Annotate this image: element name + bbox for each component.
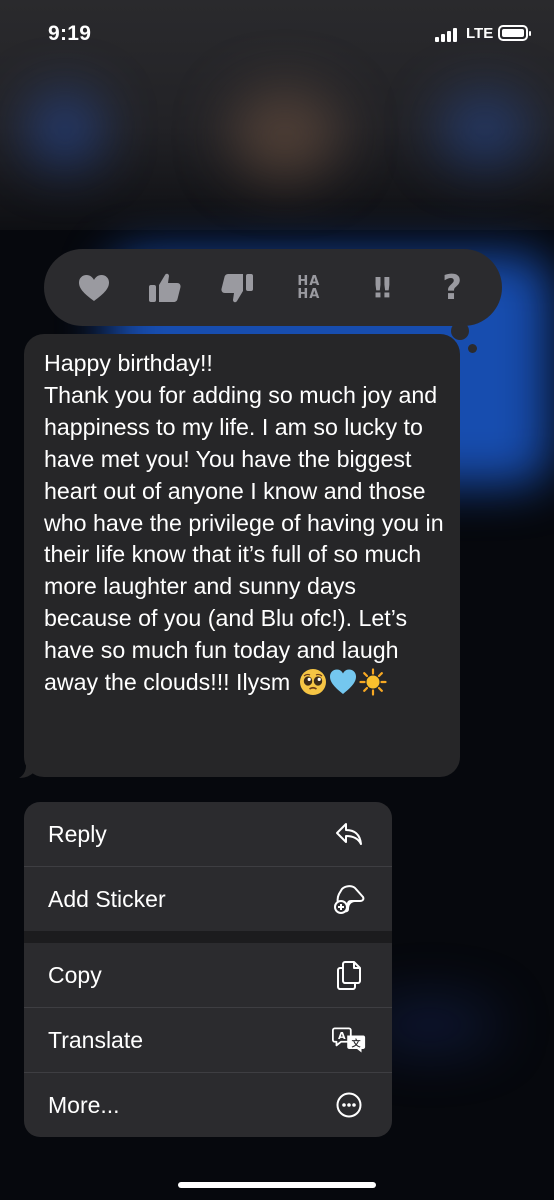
message-bubble[interactable]: Happy birthday!! Thank you for adding so… (24, 334, 460, 777)
menu-item-label: Add Sticker (48, 885, 166, 912)
battery-icon (498, 25, 531, 41)
menu-item-reply[interactable]: Reply (24, 802, 392, 866)
tapback-bar: HA HA !! ? (44, 249, 502, 326)
svg-text:A: A (338, 1031, 346, 1042)
message-emojis (290, 668, 387, 696)
menu-item-label: Copy (48, 961, 102, 988)
network-type: LTE (466, 25, 494, 42)
menu-item-label: More... (48, 1091, 120, 1118)
translate-icon: A文 (332, 1023, 366, 1057)
thumbs-up-icon[interactable] (141, 264, 189, 312)
copy-icon (332, 958, 366, 992)
context-menu: Reply Add Sticker Copy Translate A文 More… (24, 802, 392, 1137)
haha-icon[interactable]: HA HA (285, 264, 333, 312)
menu-item-translate[interactable]: Translate A文 (24, 1008, 392, 1072)
menu-item-add-sticker[interactable]: Add Sticker (24, 867, 392, 931)
status-time: 9:19 (48, 22, 92, 45)
reply-icon (332, 817, 366, 851)
add-sticker-icon (332, 882, 366, 916)
menu-item-label: Translate (48, 1026, 144, 1053)
emphasize-icon[interactable]: !! (356, 264, 404, 312)
more-icon (332, 1088, 366, 1122)
tapback-tail-dot (468, 344, 477, 353)
signal-strength-icon (435, 28, 461, 42)
thumbs-down-icon[interactable] (213, 264, 261, 312)
menu-item-copy[interactable]: Copy (24, 943, 392, 1007)
message-body: Happy birthday!! Thank you for adding so… (44, 350, 444, 696)
menu-item-more[interactable]: More... (24, 1073, 392, 1137)
question-icon[interactable]: ? (428, 264, 476, 312)
home-indicator[interactable] (178, 1182, 376, 1188)
light-blue-heart-icon (329, 668, 357, 696)
pleading-face-icon (299, 668, 327, 696)
svg-text:文: 文 (351, 1037, 361, 1049)
heart-icon[interactable] (70, 264, 118, 312)
sun-icon (359, 668, 387, 696)
status-bar: 9:19 LTE (0, 0, 554, 70)
tapback-tail (451, 322, 469, 340)
menu-section-gap (24, 931, 392, 943)
menu-item-label: Reply (48, 820, 107, 847)
message-text: Happy birthday!! Thank you for adding so… (44, 348, 448, 699)
